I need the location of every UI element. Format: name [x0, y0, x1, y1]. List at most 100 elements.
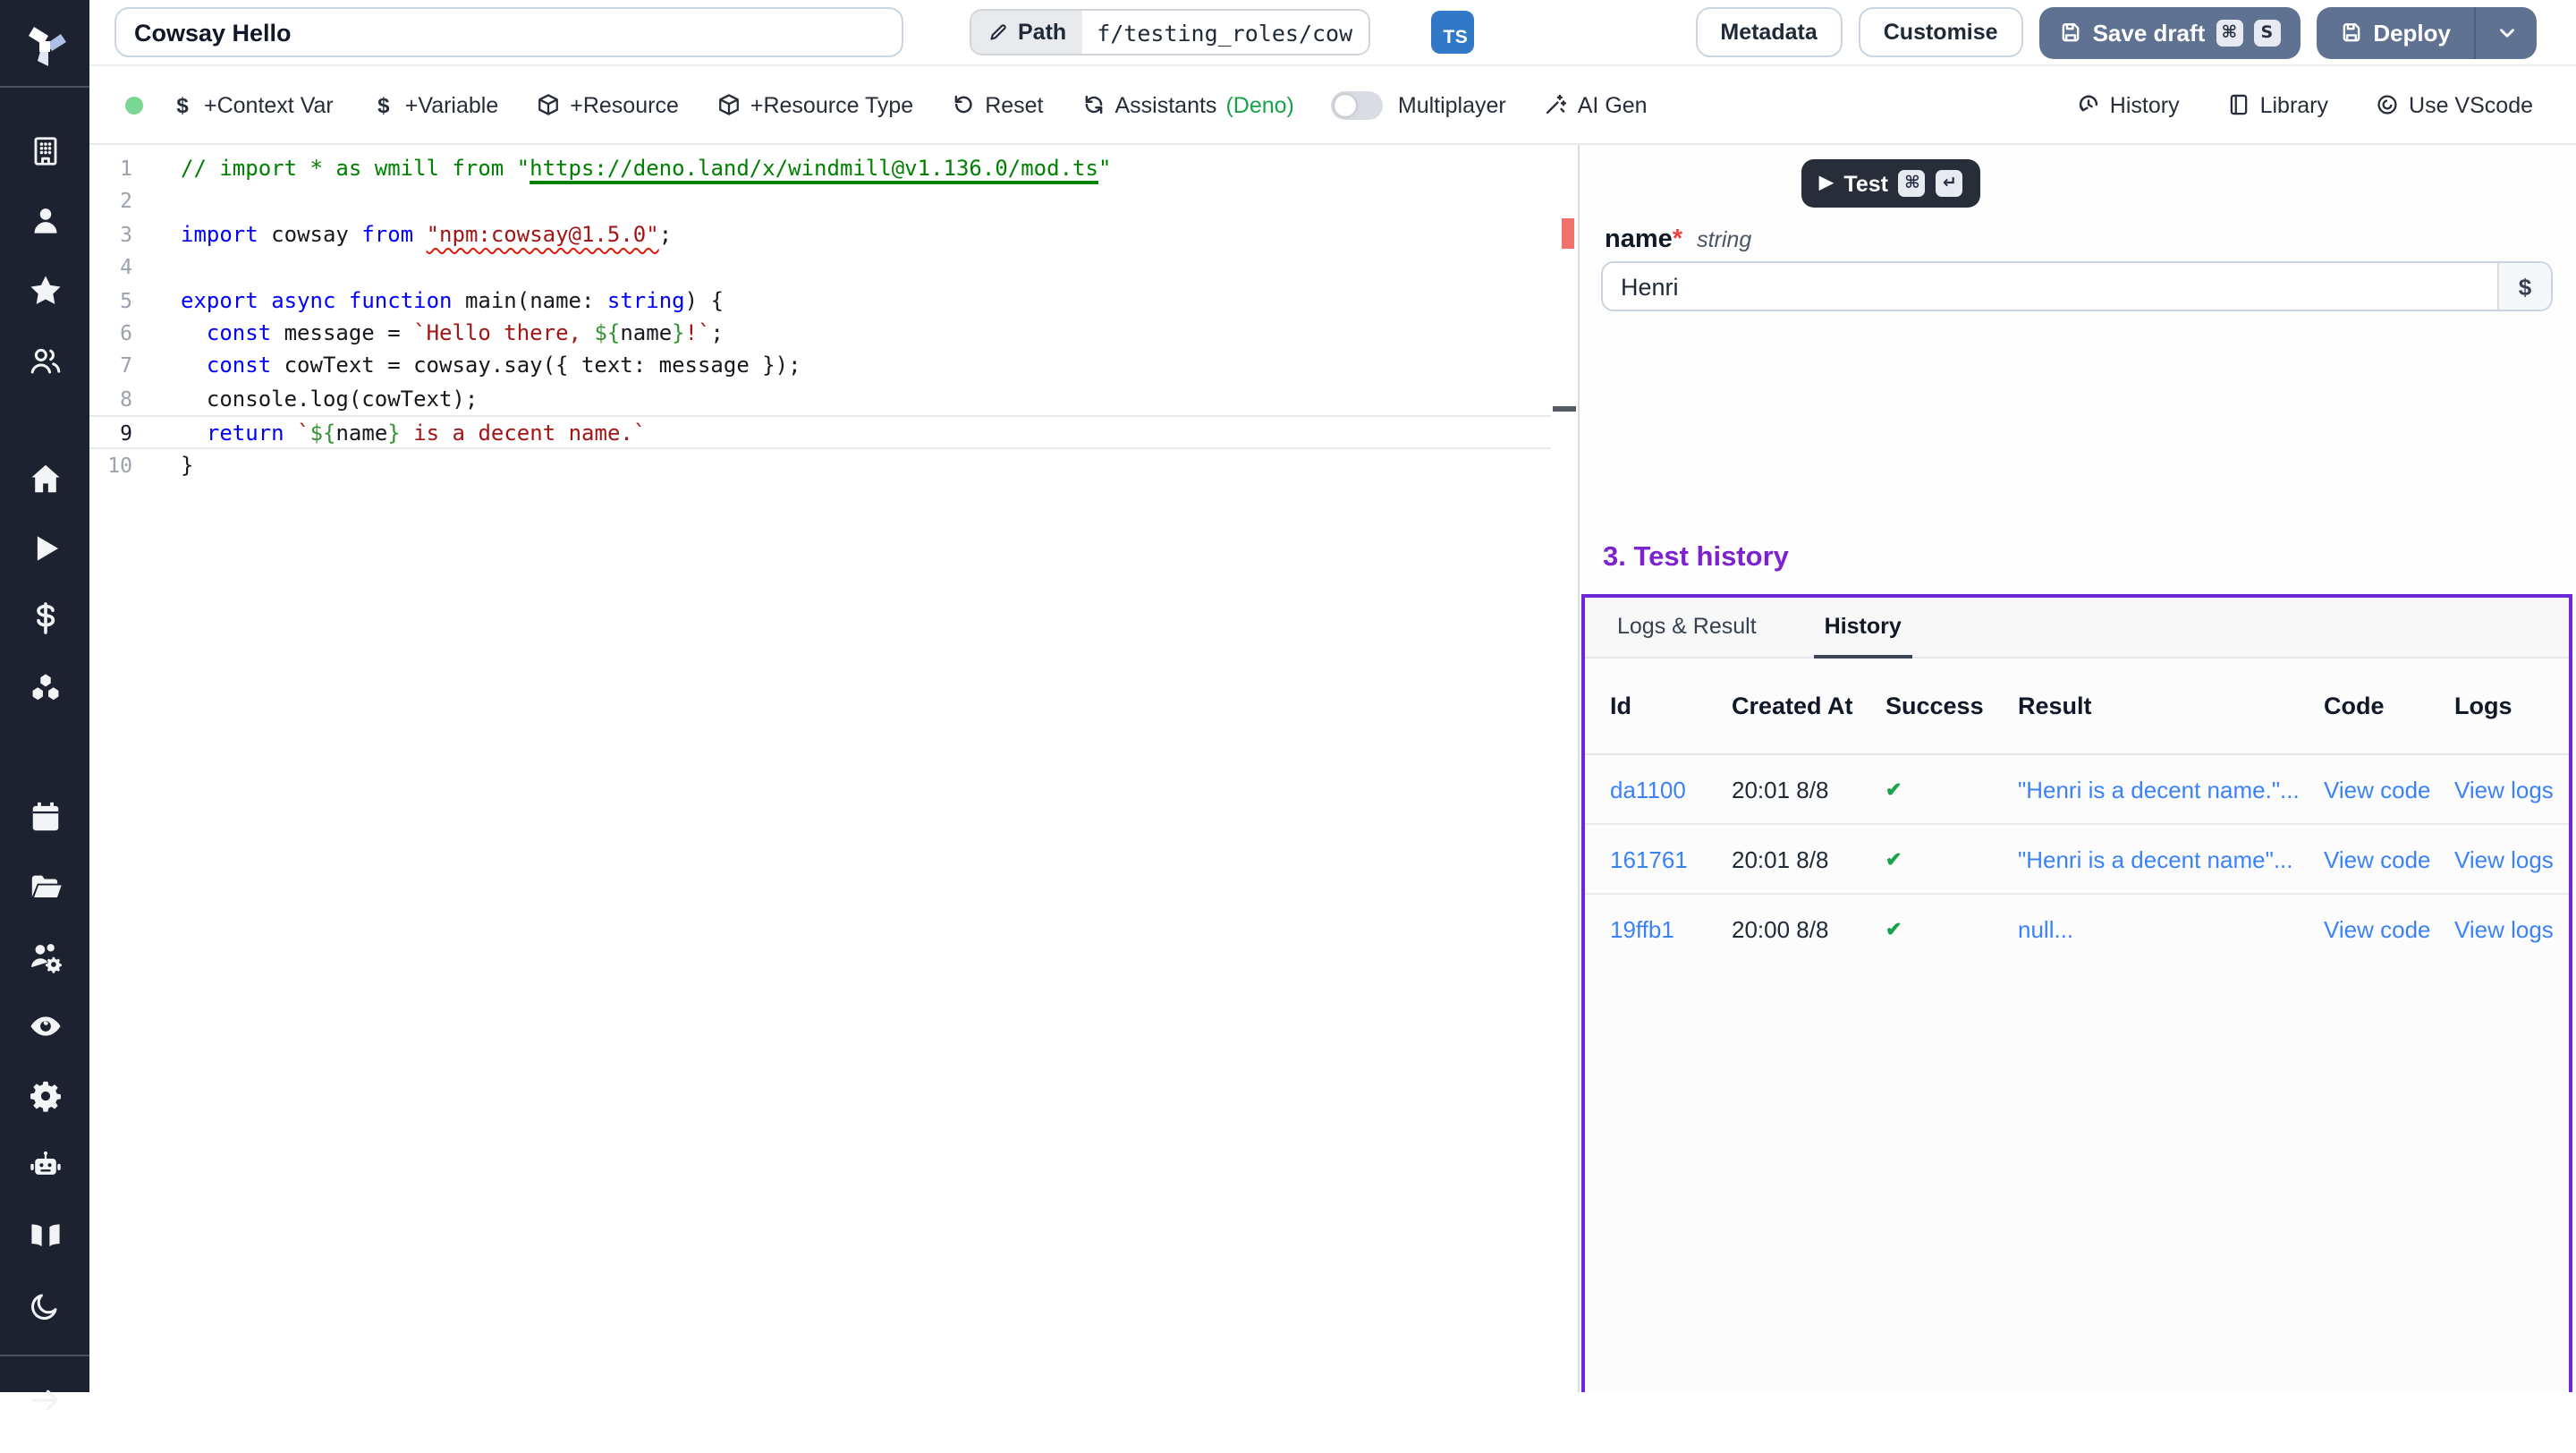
- argument-label: name* string: [1605, 225, 1751, 254]
- resource-type-button[interactable]: +Resource Type: [716, 92, 913, 117]
- sidebar-item-dollar-sign[interactable]: [0, 583, 89, 653]
- library-button[interactable]: Library: [2226, 92, 2328, 117]
- toolbar-item-label: +Variable: [405, 92, 498, 117]
- multiplayer-toggle[interactable]: [1332, 90, 1384, 119]
- run-id-link[interactable]: 161761: [1610, 845, 1732, 872]
- code-text: import cowsay from "npm:cowsay@1.5.0";: [181, 218, 672, 251]
- metadata-button[interactable]: Metadata: [1695, 7, 1842, 57]
- view-logs-link[interactable]: View logs: [2454, 916, 2569, 943]
- insert-variable-button[interactable]: $: [2497, 263, 2551, 310]
- preview-panel: ▶ Test ⌘↵ name* string $ 3. Test history…: [1580, 145, 2576, 1392]
- variable-button[interactable]: $+Variable: [371, 92, 498, 117]
- code-text: // import * as wmill from "https://deno.…: [181, 152, 1111, 185]
- line-number: 7: [89, 350, 132, 383]
- sidebar-item-book-open[interactable]: [0, 1201, 89, 1270]
- star-icon: [28, 274, 62, 308]
- view-logs-link[interactable]: View logs: [2454, 776, 2569, 803]
- view-code-link[interactable]: View code: [2324, 776, 2454, 803]
- boxes-icon: [28, 671, 62, 705]
- result-link[interactable]: "Henri is a decent name."...: [2018, 776, 2324, 803]
- test-label: Test: [1843, 171, 1888, 196]
- toolbar-item-label: History: [2110, 92, 2180, 117]
- required-asterisk: *: [1673, 225, 1682, 254]
- result-link[interactable]: null...: [2018, 916, 2324, 943]
- use-vscode-button[interactable]: Use VScode: [2375, 92, 2533, 117]
- sidebar-item-boxes[interactable]: [0, 653, 89, 723]
- ai-gen-button[interactable]: AI Gen: [1544, 92, 1648, 117]
- view-code-link[interactable]: View code: [2324, 845, 2454, 872]
- vscode-icon: [2375, 92, 2400, 117]
- kbd-cmd: ⌘: [1899, 170, 1926, 197]
- line-number: 6: [89, 317, 132, 350]
- editor-toolbar: $+Context Var $+Variable +Resource +Resourc…: [89, 66, 2576, 145]
- view-code-link[interactable]: View code: [2324, 916, 2454, 943]
- view-logs-link[interactable]: View logs: [2454, 845, 2569, 872]
- sidebar-group-main: [0, 444, 89, 723]
- name-argument-input[interactable]: [1603, 263, 2497, 310]
- sidebar-expand-button[interactable]: [0, 1365, 89, 1435]
- sidebar-item-users-gear[interactable]: [0, 922, 89, 991]
- line-number: 5: [89, 284, 132, 317]
- arg-type: string: [1697, 227, 1751, 252]
- sidebar-item-user[interactable]: [0, 186, 89, 256]
- script-title-input[interactable]: [114, 7, 903, 57]
- code-text: export async function main(name: string)…: [181, 284, 724, 317]
- sidebar-item-eye[interactable]: [0, 991, 89, 1061]
- line-number: 8: [89, 382, 132, 415]
- play-icon: ▶: [1819, 174, 1833, 192]
- customise-button[interactable]: Customise: [1859, 7, 2023, 57]
- history-row: da110020:01 8/8✔"Henri is a decent name.…: [1585, 755, 2569, 825]
- run-id-link[interactable]: da1100: [1610, 776, 1732, 803]
- tab-history[interactable]: History: [1814, 598, 1912, 659]
- context-var-button[interactable]: $+Context Var: [170, 92, 334, 117]
- users-gear-icon: [28, 939, 62, 973]
- arg-name: name: [1605, 225, 1673, 254]
- history-table: IdCreated AtSuccessResultCodeLogsda11002…: [1585, 659, 2569, 964]
- line-number: 10: [89, 448, 132, 481]
- code-line-5: 5 export async function main(name: string…: [89, 284, 1551, 317]
- path-edit-button[interactable]: Path: [971, 11, 1082, 54]
- deploy-button[interactable]: Deploy: [2316, 6, 2474, 58]
- reset-button[interactable]: Reset: [951, 92, 1043, 117]
- sidebar-item-star[interactable]: [0, 256, 89, 326]
- top-bar: Path TS Metadata Customise Save draft ⌘S: [89, 0, 2576, 66]
- toolbar-item-label: Assistants: [1115, 92, 1217, 117]
- sidebar-item-building[interactable]: [0, 116, 89, 186]
- sidebar-bottom: [0, 1201, 89, 1453]
- code-editor[interactable]: 1// import * as wmill from "https://deno…: [89, 145, 1580, 1392]
- sidebar-item-play[interactable]: [0, 514, 89, 583]
- save-draft-button[interactable]: Save draft ⌘S: [2039, 6, 2301, 58]
- path-input[interactable]: [1082, 11, 1368, 54]
- sidebar-item-users[interactable]: [0, 326, 89, 395]
- test-button[interactable]: ▶ Test ⌘↵: [1801, 159, 1981, 208]
- result-link[interactable]: "Henri is a decent name"...: [2018, 845, 2324, 872]
- line-number: 4: [89, 251, 132, 284]
- success-check-icon: ✔: [1885, 847, 2018, 871]
- sidebar-item-gear[interactable]: [0, 1061, 89, 1131]
- success-check-icon: ✔: [1885, 777, 2018, 801]
- error-overview-mark: [1562, 218, 1574, 249]
- tab-logs-result[interactable]: Logs & Result: [1606, 598, 1767, 659]
- line-number: 2: [89, 185, 132, 218]
- typescript-badge: TS: [1431, 11, 1474, 54]
- windmill-logo-icon[interactable]: [18, 18, 72, 72]
- sidebar: [0, 0, 89, 1392]
- sidebar-item-folder[interactable]: [0, 852, 89, 922]
- sidebar-item-bot[interactable]: [0, 1131, 89, 1201]
- save-draft-label: Save draft: [2093, 19, 2206, 46]
- gear-icon: [28, 1079, 62, 1113]
- package-icon: [716, 92, 741, 117]
- code-text: }: [181, 448, 193, 481]
- resource-button[interactable]: +Resource: [536, 92, 679, 117]
- sidebar-item-moon[interactable]: [0, 1270, 89, 1340]
- assistants-button[interactable]: Assistants (Deno): [1081, 92, 1294, 117]
- bot-icon: [28, 1149, 62, 1183]
- library-icon: [2226, 92, 2251, 117]
- sidebar-item-home[interactable]: [0, 444, 89, 514]
- run-id-link[interactable]: 19ffb1: [1610, 916, 1732, 943]
- sidebar-item-calendar[interactable]: [0, 782, 89, 852]
- history-button[interactable]: History: [2076, 92, 2180, 117]
- cursor-overview-mark[interactable]: [1553, 406, 1576, 412]
- users-icon: [28, 344, 62, 378]
- deploy-dropdown-button[interactable]: [2476, 6, 2537, 58]
